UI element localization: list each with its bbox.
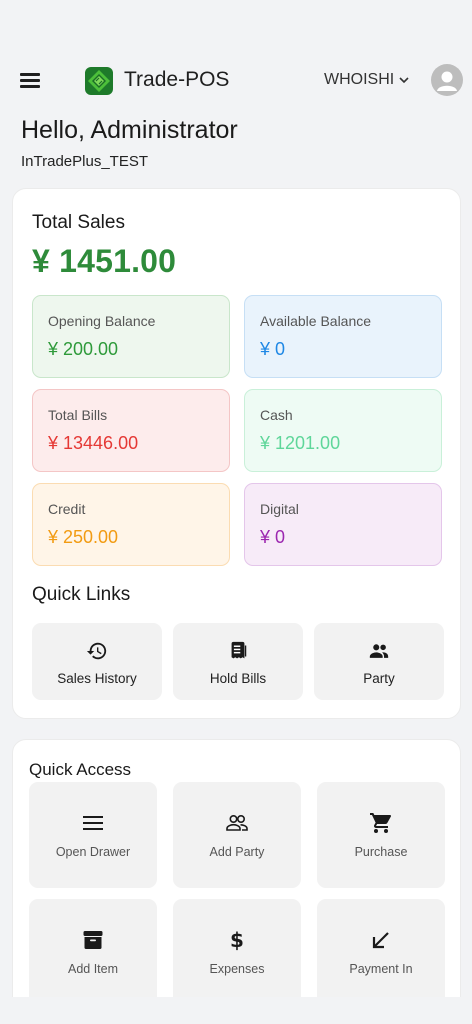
quick-access-label: Add Item <box>67 962 119 976</box>
total-sales-value: ¥ 1451.00 <box>32 243 177 279</box>
app-title: Trade-POS <box>124 68 230 91</box>
quick-access-heading: Quick Access <box>29 760 132 779</box>
store-selector[interactable]: WHOISHI <box>324 71 410 89</box>
user-icon <box>437 71 457 91</box>
quick-link-label: Hold Bills <box>209 671 267 686</box>
people-outline-icon <box>226 815 248 831</box>
stat-label: Total Bills <box>48 407 108 423</box>
history-icon <box>86 642 107 660</box>
quick-access-open-drawer[interactable]: Open Drawer <box>29 782 157 888</box>
company-name: InTradePlus_TEST <box>21 153 148 170</box>
cart-icon <box>370 813 392 833</box>
quick-link-hold-bills[interactable]: Hold Bills <box>173 623 303 700</box>
stat-available-balance[interactable]: Available Balance ¥ 0 <box>244 295 442 378</box>
quick-access-label: Add Party <box>209 845 265 859</box>
stat-label: Digital <box>260 501 299 517</box>
quick-access-expenses[interactable]: $ Expenses <box>173 899 301 1005</box>
stat-value: ¥ 200.00 <box>48 339 119 359</box>
app-logo-icon <box>85 67 113 95</box>
stat-total-bills[interactable]: Total Bills ¥ 13446.00 <box>32 389 230 472</box>
stat-opening-balance[interactable]: Opening Balance ¥ 200.00 <box>32 295 230 378</box>
menu-lines-icon <box>83 816 103 830</box>
avatar[interactable] <box>431 64 463 96</box>
bottom-edge <box>0 997 472 1024</box>
quick-access-label: Expenses <box>209 962 265 976</box>
quick-access-label: Purchase <box>354 845 408 859</box>
quick-links-heading: Quick Links <box>32 584 131 605</box>
quick-link-label: Party <box>363 671 395 686</box>
stat-label: Available Balance <box>260 313 372 329</box>
stat-digital[interactable]: Digital ¥ 0 <box>244 483 442 566</box>
quick-access-label: Open Drawer <box>55 845 131 859</box>
stat-credit[interactable]: Credit ¥ 250.00 <box>32 483 230 566</box>
quick-access-card: Quick Access Open Drawer Add Party Purch… <box>12 739 461 1024</box>
arrow-down-left-icon <box>372 932 389 949</box>
store-name: WHOISHI <box>324 71 395 88</box>
sales-summary-card: Total Sales ¥ 1451.00 Opening Balance ¥ … <box>12 188 461 719</box>
svg-text:$: $ <box>230 928 244 952</box>
dollar-icon: $ <box>230 928 244 952</box>
stat-value: ¥ 0 <box>260 527 286 547</box>
stat-value: ¥ 1201.00 <box>260 433 341 453</box>
greeting-heading: Hello, Administrator <box>21 116 238 144</box>
chevron-down-icon <box>399 77 409 84</box>
archive-box-icon <box>83 931 103 949</box>
stat-label: Cash <box>260 407 293 423</box>
people-icon <box>369 644 389 658</box>
quick-access-add-party[interactable]: Add Party <box>173 782 301 888</box>
hamburger-menu-icon[interactable] <box>18 69 46 93</box>
stat-value: ¥ 13446.00 <box>48 433 139 453</box>
total-sales-label: Total Sales <box>32 212 125 233</box>
stat-cash[interactable]: Cash ¥ 1201.00 <box>244 389 442 472</box>
quick-access-label: Payment In <box>349 962 413 976</box>
receipt-icon <box>231 641 247 659</box>
quick-access-purchase[interactable]: Purchase <box>317 782 445 888</box>
quick-access-add-item[interactable]: Add Item <box>29 899 157 1005</box>
quick-link-party[interactable]: Party <box>314 623 444 700</box>
quick-access-payment-in[interactable]: Payment In <box>317 899 445 1005</box>
quick-link-sales-history[interactable]: Sales History <box>32 623 162 700</box>
stat-value: ¥ 0 <box>260 339 286 359</box>
quick-link-label: Sales History <box>57 671 137 686</box>
stat-label: Credit <box>48 501 86 517</box>
stat-value: ¥ 250.00 <box>48 527 119 547</box>
app-bar: Trade-POS WHOISHI <box>0 50 472 112</box>
stat-label: Opening Balance <box>48 313 156 329</box>
